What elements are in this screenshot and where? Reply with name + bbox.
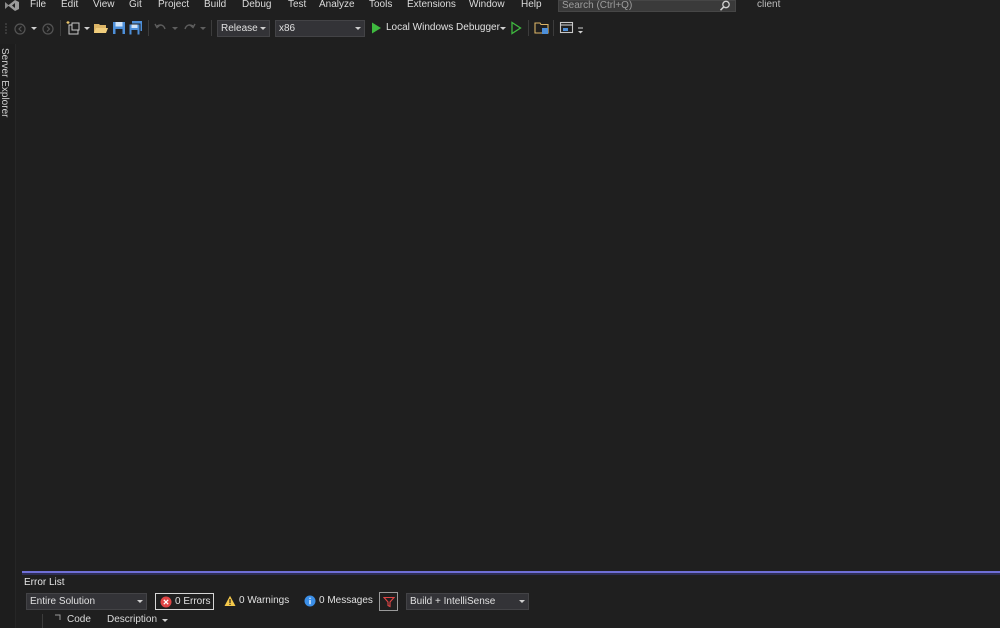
menu-bar: File Edit View Git Project Build Debug T…	[0, 0, 1000, 12]
redo-dropdown-icon[interactable]	[200, 27, 206, 30]
start-without-debugging-icon[interactable]	[510, 21, 522, 35]
toolbar-separator	[148, 20, 149, 36]
filter-icon	[383, 596, 395, 608]
back-dropdown-icon[interactable]	[31, 27, 37, 30]
menu-window[interactable]: Window	[469, 0, 505, 10]
menu-view[interactable]: View	[93, 0, 115, 10]
menu-edit[interactable]: Edit	[61, 0, 78, 10]
open-folder-icon[interactable]	[93, 20, 109, 36]
undo-dropdown-icon[interactable]	[172, 27, 178, 30]
toolbar-separator	[211, 20, 212, 36]
menu-debug[interactable]: Debug	[242, 0, 271, 10]
left-tool-window-strip	[0, 44, 16, 628]
menu-analyze[interactable]: Analyze	[319, 0, 355, 10]
menu-project[interactable]: Project	[158, 0, 189, 10]
error-list-title[interactable]: Error List	[24, 577, 65, 588]
solution-platform-value: x86	[279, 23, 296, 34]
build-intellisense-value: Build + IntelliSense	[410, 596, 496, 607]
warning-icon	[224, 595, 236, 606]
solution-configuration-value: Release	[221, 23, 258, 34]
debug-target-dropdown-icon[interactable]	[500, 27, 506, 30]
menu-help[interactable]: Help	[521, 0, 542, 10]
browse-folder-icon[interactable]	[534, 20, 550, 36]
errors-count-label: 0 Errors	[175, 596, 211, 607]
messages-count-label: 0 Messages	[319, 595, 373, 606]
error-icon	[160, 596, 172, 608]
menu-test[interactable]: Test	[288, 0, 306, 10]
menu-build[interactable]: Build	[204, 0, 226, 10]
warnings-count-label: 0 Warnings	[239, 595, 290, 606]
column-divider	[42, 614, 43, 628]
start-debugging-icon[interactable]	[370, 21, 382, 35]
visual-studio-logo-icon	[5, 0, 19, 11]
toolbar-separator	[528, 20, 529, 36]
solution-name: client	[757, 0, 781, 10]
save-icon[interactable]	[111, 20, 127, 36]
column-header-description[interactable]: Description	[107, 614, 157, 625]
new-project-icon[interactable]	[66, 20, 82, 36]
error-scope-value: Entire Solution	[30, 596, 96, 607]
save-all-icon[interactable]	[128, 20, 144, 36]
info-icon	[304, 595, 316, 607]
start-debugging-button[interactable]: Local Windows Debugger	[386, 22, 500, 33]
error-list-accent-shadow	[22, 573, 1000, 575]
solution-platform-dropdown[interactable]: x86	[275, 20, 365, 37]
description-filter-dropdown-icon[interactable]	[162, 619, 168, 622]
filter-toggle-button[interactable]	[379, 592, 398, 611]
new-item-dropdown-icon[interactable]	[84, 27, 90, 30]
back-icon[interactable]	[13, 21, 29, 37]
search-input[interactable]: Search (Ctrl+Q)	[558, 0, 736, 12]
error-scope-dropdown[interactable]: Entire Solution	[26, 593, 147, 610]
chevron-down-icon	[137, 600, 143, 603]
search-placeholder: Search (Ctrl+Q)	[562, 0, 633, 11]
chevron-down-icon	[260, 27, 266, 30]
chevron-down-icon	[355, 27, 361, 30]
sort-corner-icon	[55, 614, 61, 620]
toolbar-grip-icon	[5, 23, 7, 34]
menu-extensions[interactable]: Extensions	[407, 0, 456, 10]
toolbar-separator	[60, 20, 61, 36]
toolbar-separator	[553, 20, 554, 36]
menu-tools[interactable]: Tools	[369, 0, 392, 10]
errors-filter-button[interactable]: 0 Errors	[155, 593, 214, 610]
toolbar-overflow-icon[interactable]	[577, 25, 584, 35]
build-intellisense-dropdown[interactable]: Build + IntelliSense	[406, 593, 529, 610]
search-icon	[719, 0, 730, 11]
device-window-icon[interactable]	[559, 20, 575, 36]
chevron-down-icon	[519, 600, 525, 603]
messages-filter-button[interactable]: 0 Messages	[300, 593, 373, 610]
solution-configuration-dropdown[interactable]: Release	[217, 20, 270, 37]
forward-icon[interactable]	[40, 21, 56, 37]
editor-document-well	[16, 44, 1000, 571]
server-explorer-label: Server Explorer	[0, 48, 10, 118]
menu-file[interactable]: File	[30, 0, 46, 10]
column-header-code[interactable]: Code	[67, 614, 91, 625]
redo-icon[interactable]	[181, 20, 197, 36]
undo-icon[interactable]	[153, 20, 169, 36]
warnings-filter-button[interactable]: 0 Warnings	[220, 593, 294, 610]
menu-git[interactable]: Git	[129, 0, 142, 10]
